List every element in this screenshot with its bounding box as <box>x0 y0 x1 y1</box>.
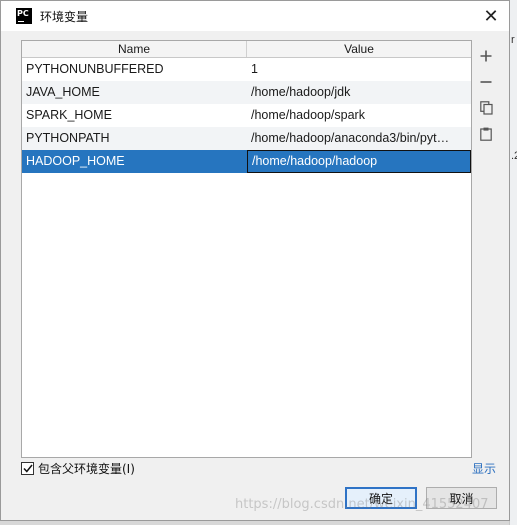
paste-button[interactable] <box>476 121 496 147</box>
copy-button[interactable] <box>476 95 496 121</box>
table-row[interactable]: PYTHONUNBUFFERED 1 <box>22 58 471 81</box>
include-parent-env-option[interactable]: 包含父环境变量(I) <box>21 460 135 477</box>
close-icon: ✕ <box>483 5 499 27</box>
checkmark-icon <box>22 464 33 473</box>
remove-variable-button[interactable] <box>476 69 496 95</box>
env-var-name[interactable]: SPARK_HOME <box>22 104 247 127</box>
show-link[interactable]: 显示 <box>472 460 496 477</box>
env-var-value[interactable]: /home/hadoop/jdk <box>247 81 471 104</box>
env-var-value-editing[interactable]: /home/hadoop/hadoop <box>247 150 471 173</box>
title-bar: PC 环境变量 ✕ <box>1 1 509 31</box>
env-var-value[interactable]: /home/hadoop/anaconda3/bin/pyt… <box>247 127 471 150</box>
pycharm-app-icon: PC <box>16 8 32 24</box>
env-var-value[interactable]: /home/hadoop/spark <box>247 104 471 127</box>
environment-variables-dialog: PC 环境变量 ✕ Name Value PYTHONUNBUFFERED 1 … <box>0 0 510 521</box>
include-parent-checkbox[interactable] <box>21 462 34 475</box>
plus-icon <box>480 50 492 62</box>
env-var-name[interactable]: HADOOP_HOME <box>22 150 247 173</box>
column-header-value[interactable]: Value <box>247 41 471 57</box>
table-body: PYTHONUNBUFFERED 1 JAVA_HOME /home/hadoo… <box>22 58 471 173</box>
column-header-name[interactable]: Name <box>22 41 247 57</box>
table-toolbar <box>476 43 496 147</box>
copy-icon <box>479 101 493 115</box>
minus-icon <box>480 81 492 83</box>
background-window-strip: r .2 <box>509 0 517 525</box>
env-var-table[interactable]: Name Value PYTHONUNBUFFERED 1 JAVA_HOME … <box>21 40 472 458</box>
env-var-name[interactable]: JAVA_HOME <box>22 81 247 104</box>
env-var-name[interactable]: PYTHONPATH <box>22 127 247 150</box>
table-header: Name Value <box>22 41 471 58</box>
background-text-fragment: r <box>511 34 515 46</box>
watermark: https://blog.csdn.net/weixin_41552407 <box>235 497 489 512</box>
dialog-title: 环境变量 <box>40 9 89 24</box>
env-var-value[interactable]: 1 <box>247 58 471 81</box>
close-button[interactable]: ✕ <box>473 1 509 31</box>
add-variable-button[interactable] <box>476 43 496 69</box>
paste-icon <box>480 127 492 141</box>
table-row[interactable]: JAVA_HOME /home/hadoop/jdk <box>22 81 471 104</box>
env-var-name[interactable]: PYTHONUNBUFFERED <box>22 58 247 81</box>
background-text-fragment: .2 <box>511 150 517 162</box>
table-row[interactable]: SPARK_HOME /home/hadoop/spark <box>22 104 471 127</box>
table-row-selected[interactable]: HADOOP_HOME /home/hadoop/hadoop <box>22 150 471 173</box>
include-parent-label[interactable]: 包含父环境变量(I) <box>38 460 135 477</box>
table-row[interactable]: PYTHONPATH /home/hadoop/anaconda3/bin/py… <box>22 127 471 150</box>
